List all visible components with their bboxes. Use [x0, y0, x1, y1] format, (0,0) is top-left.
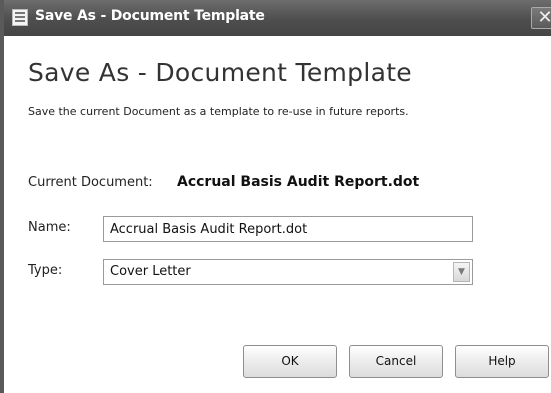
window-title: Save As - Document Template [35, 8, 265, 24]
close-icon: ✕ [537, 7, 551, 28]
close-button[interactable]: ✕ [531, 7, 551, 29]
type-selected-value: Cover Letter [110, 264, 191, 279]
name-input[interactable] [103, 216, 473, 242]
save-as-dialog: Save As - Document Template ✕ Save As - … [4, 0, 551, 393]
current-document-value: Accrual Basis Audit Report.dot [177, 174, 420, 190]
cancel-button[interactable]: Cancel [349, 345, 443, 378]
page-title: Save As - Document Template [28, 58, 412, 87]
chevron-down-icon[interactable]: ▼ [453, 262, 470, 282]
ok-button[interactable]: OK [243, 345, 337, 378]
name-label: Name: [28, 220, 71, 235]
dialog-description: Save the current Document as a template … [28, 105, 409, 118]
type-label: Type: [28, 263, 63, 278]
type-select[interactable]: Cover Letter ▼ [103, 259, 473, 285]
current-document-label: Current Document: [28, 175, 153, 190]
title-bar: Save As - Document Template ✕ [4, 0, 551, 36]
help-button[interactable]: Help [455, 345, 549, 378]
document-template-icon [12, 9, 28, 26]
